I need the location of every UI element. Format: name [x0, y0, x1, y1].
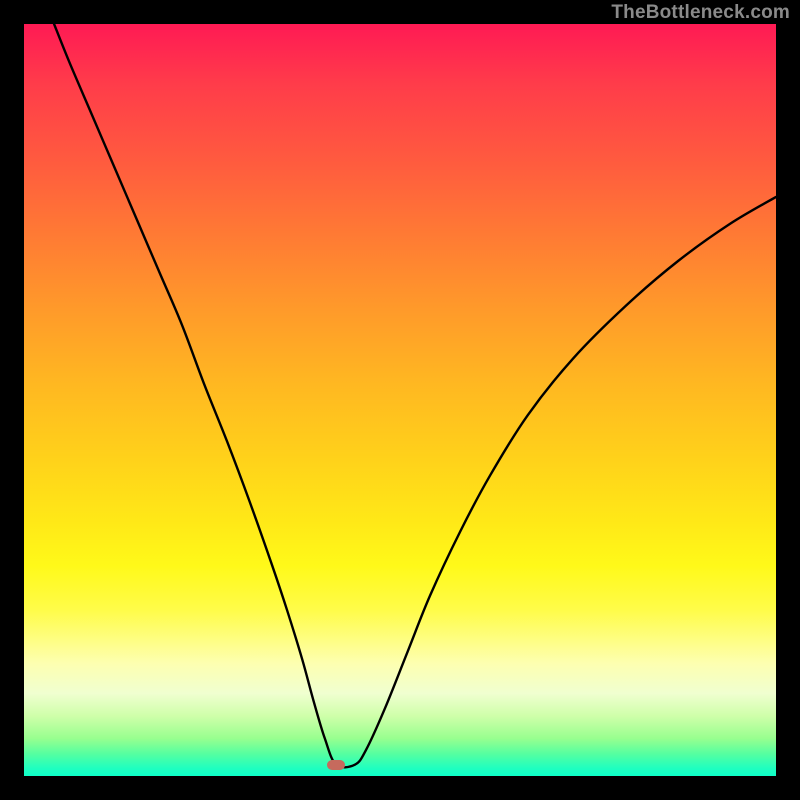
bottleneck-curve [54, 24, 776, 767]
plot-area [24, 24, 776, 776]
curve-layer [24, 24, 776, 776]
optimal-point-marker [327, 760, 345, 770]
chart-frame: TheBottleneck.com [0, 0, 800, 800]
watermark-text: TheBottleneck.com [611, 2, 790, 24]
